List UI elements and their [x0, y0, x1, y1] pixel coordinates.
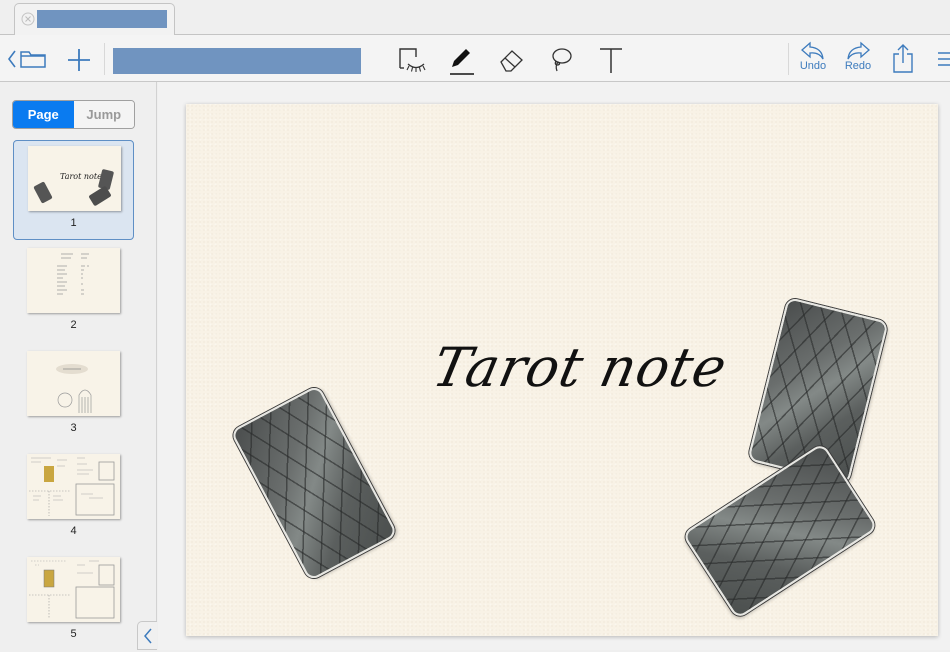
plus-icon: [68, 49, 90, 71]
pen-tool-button[interactable]: [446, 43, 476, 77]
page-number: 3: [70, 422, 77, 434]
segment-page[interactable]: Page: [13, 101, 74, 128]
back-to-folder-button[interactable]: [4, 47, 48, 71]
text-T-icon: [600, 48, 622, 73]
pen-icon: [450, 49, 474, 75]
toolbar-separator: [104, 43, 105, 75]
toolbar-separator: [788, 43, 789, 75]
selection-tool-button[interactable]: [396, 45, 428, 75]
eye-selection-icon: [399, 48, 426, 72]
thumbnail-card: [33, 181, 53, 204]
page-thumbnail-2[interactable]: 2: [13, 243, 134, 343]
page-sidebar: Page Jump Tarot note 1 2 3 4 5: [0, 82, 157, 650]
redo-icon: [847, 41, 870, 60]
page-number: 4: [70, 525, 77, 537]
document-tab[interactable]: [14, 3, 175, 36]
undo-label: Undo: [799, 60, 827, 72]
add-page-button[interactable]: [66, 47, 92, 73]
note-title-field[interactable]: [113, 48, 361, 74]
thumbnail-image: Tarot note: [28, 146, 121, 211]
thumbnail-image: [27, 248, 120, 313]
page-thumbnail-3[interactable]: 3: [13, 346, 134, 446]
undo-button[interactable]: Undo: [796, 41, 830, 72]
folder-icon: [20, 51, 46, 68]
page-jump-segmented-control: Page Jump: [12, 100, 135, 129]
page-thumbnail-1[interactable]: Tarot note 1: [13, 140, 134, 240]
close-circle-icon[interactable]: [21, 12, 35, 26]
tab-bar: [0, 0, 950, 36]
chevron-left-icon: [8, 50, 16, 68]
chevron-left-icon: [143, 628, 152, 643]
canvas-area: Tarot note: [158, 82, 950, 650]
share-icon: [893, 44, 913, 73]
tarot-card-left[interactable]: [229, 384, 399, 582]
segment-jump[interactable]: Jump: [73, 101, 134, 128]
lasso-icon: [552, 48, 572, 72]
toolbar: Undo Redo: [0, 35, 950, 82]
page-number: 5: [70, 628, 77, 640]
thumbnail-image: [27, 557, 120, 622]
document-tab-title: [37, 10, 167, 28]
thumbnail-image: [27, 454, 120, 519]
eraser-tool-button[interactable]: [497, 45, 525, 75]
menu-button[interactable]: [936, 49, 950, 69]
redo-button[interactable]: Redo: [840, 41, 876, 72]
page-number: 2: [70, 319, 77, 331]
page-thumbnail-4[interactable]: 4: [13, 449, 134, 549]
menu-icon: [938, 52, 950, 66]
page-thumbnail-5[interactable]: 5: [13, 552, 134, 652]
eraser-icon: [500, 50, 523, 72]
redo-label: Redo: [844, 60, 872, 72]
lasso-tool-button[interactable]: [547, 45, 575, 75]
share-button[interactable]: [890, 43, 916, 75]
thumbnail-image: [27, 351, 120, 416]
thumbnail-title: Tarot note: [60, 172, 102, 181]
undo-icon: [801, 41, 824, 60]
text-tool-button[interactable]: [597, 45, 625, 75]
collapse-sidebar-button[interactable]: [137, 621, 157, 650]
page-title-handwriting: Tarot note: [427, 336, 733, 399]
note-page[interactable]: Tarot note: [186, 104, 938, 636]
page-number: 1: [70, 217, 77, 229]
